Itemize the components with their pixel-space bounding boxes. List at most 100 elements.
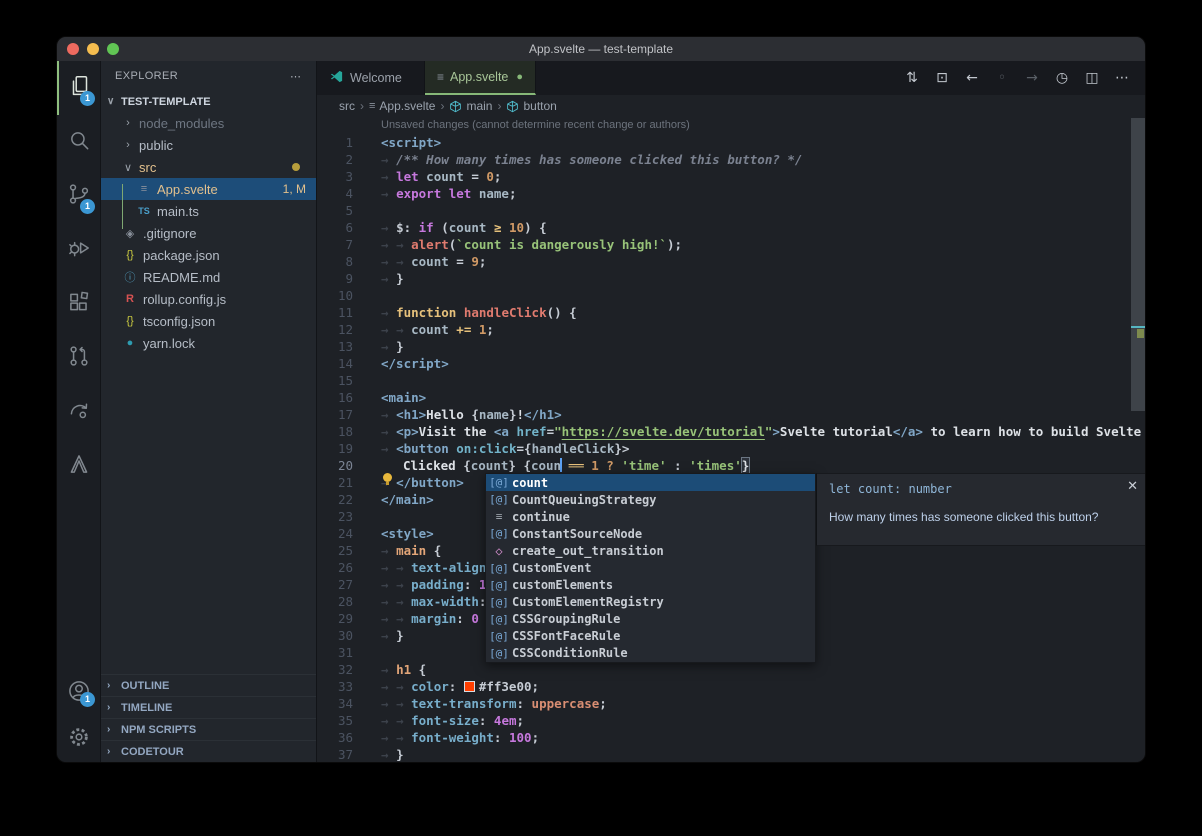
file-row-node-modules[interactable]: ›node_modules bbox=[101, 112, 316, 134]
project-root-row[interactable]: ∨ TEST-TEMPLATE bbox=[101, 91, 316, 112]
sidebar-section-timeline[interactable]: ›TIMELINE bbox=[101, 696, 316, 718]
suggestion-CSSConditionRule[interactable]: [@]CSSConditionRule bbox=[486, 645, 815, 662]
file-row-src[interactable]: ∨src bbox=[101, 156, 316, 178]
code-line-37[interactable]: 37→ } bbox=[317, 746, 1145, 762]
line-content: → let count = 0; bbox=[353, 168, 501, 185]
suggestion-CustomElementRegistry[interactable]: [@]CustomElementRegistry bbox=[486, 594, 815, 611]
code-line-1[interactable]: 1<script> bbox=[317, 134, 1145, 151]
token: <button bbox=[396, 441, 456, 456]
code-line-32[interactable]: 32→ h1 { bbox=[317, 661, 1145, 678]
line-content: </main> bbox=[353, 491, 434, 508]
file-row-public[interactable]: ›public bbox=[101, 134, 316, 156]
token: ={ bbox=[517, 441, 532, 456]
tab-app-svelte[interactable]: ≡App.svelte● bbox=[425, 61, 536, 95]
section-label: CODETOUR bbox=[121, 746, 184, 758]
code-line-3[interactable]: 3→ let count = 0; bbox=[317, 168, 1145, 185]
code-line-18[interactable]: 18→ <p>Visit the <a href="https://svelte… bbox=[317, 423, 1145, 440]
file-label: yarn.lock bbox=[143, 336, 195, 351]
code-line-5[interactable]: 5 bbox=[317, 202, 1145, 219]
more-actions-icon[interactable]: ⋯ bbox=[1109, 66, 1135, 90]
file-row-readme-md[interactable]: ⓘREADME.md bbox=[101, 266, 316, 288]
suggestion-CustomEvent[interactable]: [@]CustomEvent bbox=[486, 559, 815, 576]
code-line-34[interactable]: 34→ → text-transform: uppercase; bbox=[317, 695, 1145, 712]
indent-guide bbox=[122, 184, 123, 229]
activity-item-source-control[interactable]: 1 bbox=[57, 169, 100, 223]
code-line-14[interactable]: 14</script> bbox=[317, 355, 1145, 372]
code-line-13[interactable]: 13→ } bbox=[317, 338, 1145, 355]
close-icon[interactable]: ✕ bbox=[1127, 478, 1138, 494]
open-changes-icon[interactable]: ⊡ bbox=[929, 66, 955, 90]
codelens-annotation[interactable]: Unsaved changes (cannot determine recent… bbox=[317, 117, 1145, 134]
file-row-tsconfig-json[interactable]: {}tsconfig.json bbox=[101, 310, 316, 332]
code-line-35[interactable]: 35→ → font-size: 4em; bbox=[317, 712, 1145, 729]
suggestion-CSSFontFaceRule[interactable]: [@]CSSFontFaceRule bbox=[486, 628, 815, 645]
line-number: 31 bbox=[317, 644, 353, 661]
breadcrumb-item-app-svelte[interactable]: ≡App.svelte bbox=[369, 99, 435, 113]
scrollbar-thumb[interactable] bbox=[1131, 118, 1145, 411]
code-line-11[interactable]: 11→ function handleClick() { bbox=[317, 304, 1145, 321]
activity-item-explorer[interactable]: 1 bbox=[57, 61, 100, 115]
tab-welcome[interactable]: Welcome bbox=[317, 61, 425, 95]
suggestion-customElements[interactable]: [@]customElements bbox=[486, 577, 815, 594]
code-line-12[interactable]: 12→ → count += 1; bbox=[317, 321, 1145, 338]
code-line-10[interactable]: 10 bbox=[317, 287, 1145, 304]
suggestion-CountQueuingStrategy[interactable]: [@]CountQueuingStrategy bbox=[486, 491, 815, 508]
suggestion-ConstantSourceNode[interactable]: [@]ConstantSourceNode bbox=[486, 525, 815, 542]
activity-item-search[interactable] bbox=[57, 115, 100, 169]
breadcrumb-item-src[interactable]: src bbox=[339, 99, 355, 113]
navigate-back-icon[interactable]: ← bbox=[959, 66, 985, 90]
file-row--gitignore[interactable]: ◈.gitignore bbox=[101, 222, 316, 244]
code-line-9[interactable]: 9→ } bbox=[317, 270, 1145, 287]
code-line-33[interactable]: 33→ → color: #ff3e00; bbox=[317, 678, 1145, 695]
file-row-rollup-config-js[interactable]: Rrollup.config.js bbox=[101, 288, 316, 310]
code-line-19[interactable]: 19→ <button on:click={handleClick}> bbox=[317, 440, 1145, 457]
code-line-8[interactable]: 8→ → count = 9; bbox=[317, 253, 1145, 270]
code-line-17[interactable]: 17→ <h1>Hello {name}!</h1> bbox=[317, 406, 1145, 423]
activity-item-accounts[interactable]: 1 bbox=[57, 670, 100, 716]
sidebar-section-outline[interactable]: ›OUTLINE bbox=[101, 674, 316, 696]
activity-item-azure[interactable] bbox=[57, 439, 100, 493]
breadcrumb-separator: › bbox=[360, 99, 364, 113]
file-row-yarn-lock[interactable]: ●yarn.lock bbox=[101, 332, 316, 354]
timeline-icon[interactable]: ◷ bbox=[1049, 66, 1075, 90]
suggestion-count[interactable]: [@]count bbox=[486, 474, 815, 491]
code-line-15[interactable]: 15 bbox=[317, 372, 1145, 389]
file-row-app-svelte[interactable]: ≡App.svelte1, M bbox=[101, 178, 316, 200]
activity-item-run-debug[interactable] bbox=[57, 223, 100, 277]
suggestion-CSSGroupingRule[interactable]: [@]CSSGroupingRule bbox=[486, 611, 815, 628]
split-editor-icon[interactable]: ◫ bbox=[1079, 66, 1105, 90]
compare-changes-icon[interactable]: ⇅ bbox=[899, 66, 925, 90]
code-line-2[interactable]: 2→ /** How many times has someone clicke… bbox=[317, 151, 1145, 168]
activity-item-settings[interactable] bbox=[57, 716, 100, 762]
code-line-6[interactable]: 6→ $: if (count ≥ 10) { bbox=[317, 219, 1145, 236]
token: count bbox=[449, 220, 487, 235]
line-content: → → color: #ff3e00; bbox=[353, 678, 539, 695]
code-line-7[interactable]: 7→ → alert(`count is dangerously high!`)… bbox=[317, 236, 1145, 253]
code-editor[interactable]: Unsaved changes (cannot determine recent… bbox=[317, 117, 1145, 762]
file-row-package-json[interactable]: {}package.json bbox=[101, 244, 316, 266]
activity-item-extensions[interactable] bbox=[57, 277, 100, 331]
minimize-window-button[interactable] bbox=[87, 43, 99, 55]
code-line-4[interactable]: 4→ export let name; bbox=[317, 185, 1145, 202]
sidebar-section-codetour[interactable]: ›CODETOUR bbox=[101, 740, 316, 762]
file-row-main-ts[interactable]: TSmain.ts bbox=[101, 200, 316, 222]
token: let bbox=[449, 186, 472, 201]
token: → bbox=[396, 237, 411, 252]
token: → bbox=[396, 611, 411, 626]
activity-item-github-pr[interactable] bbox=[57, 331, 100, 385]
close-window-button[interactable] bbox=[67, 43, 79, 55]
zoom-window-button[interactable] bbox=[107, 43, 119, 55]
code-line-20[interactable]: 20Clicked {count} {coun ══ 1 ? 'time' : … bbox=[317, 457, 1145, 474]
suggestion-doc: How many times has someone clicked this … bbox=[817, 496, 1146, 524]
suggestion-continue[interactable]: ≡continue bbox=[486, 508, 815, 525]
breadcrumb-item-main[interactable]: main bbox=[449, 99, 492, 113]
explorer-more-actions-icon[interactable]: ⋯ bbox=[290, 70, 302, 83]
code-line-16[interactable]: 16<main> bbox=[317, 389, 1145, 406]
sidebar-section-npm-scripts[interactable]: ›NPM SCRIPTS bbox=[101, 718, 316, 740]
code-line-36[interactable]: 36→ → font-weight: 100; bbox=[317, 729, 1145, 746]
suggestion-create_out_transition[interactable]: ◇create_out_transition bbox=[486, 542, 815, 559]
line-number: 30 bbox=[317, 627, 353, 644]
activity-item-live-share[interactable] bbox=[57, 385, 100, 439]
breadcrumb-item-button[interactable]: button bbox=[506, 99, 556, 113]
token: : bbox=[464, 577, 479, 592]
